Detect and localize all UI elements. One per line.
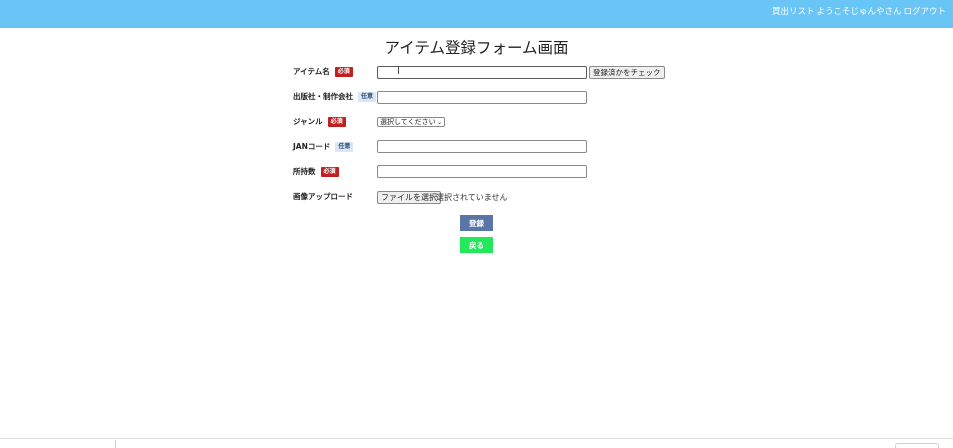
required-badge: 必須: [327, 116, 346, 127]
welcome-text: ようこそじゅんやさん: [816, 7, 902, 17]
publisher-label-row: 出版社・制作会社 任意: [293, 91, 377, 102]
text-cursor-icon: I: [397, 66, 400, 77]
file-status-text: 選択されていません: [436, 193, 508, 202]
optional-badge: 任意: [335, 141, 354, 152]
jan-code-label: JANコード: [293, 142, 331, 151]
genre-select[interactable]: 選択してください ⌄: [377, 117, 445, 127]
logout-link[interactable]: ログアウト: [903, 5, 946, 17]
check-registered-button[interactable]: 登録済かをチェック: [589, 66, 665, 79]
quantity-label: 所持数: [293, 167, 316, 176]
page-title: アイテム登録フォーム画面: [384, 39, 569, 57]
genre-select-value: 選択してください: [380, 118, 436, 126]
optional-badge: 任意: [358, 91, 377, 102]
choose-file-button[interactable]: ファイルを選択: [377, 191, 441, 204]
quantity-input[interactable]: [377, 165, 587, 178]
purchase-list-link[interactable]: 買出リスト: [772, 5, 815, 17]
footer-divider-line: [0, 438, 953, 439]
item-name-label-row: アイテム名 必須: [293, 66, 353, 77]
genre-label-row: ジャンル 必須: [293, 116, 346, 127]
image-upload-label: 画像アップロード: [293, 192, 353, 201]
footer-separator: [115, 440, 116, 448]
chevron-down-icon: ⌄: [436, 119, 442, 126]
required-badge: 必須: [334, 66, 353, 77]
header-nav: 買出リスト ようこそじゅんやさん ログアウト: [772, 5, 946, 17]
image-upload-label-row: 画像アップロード: [293, 191, 353, 202]
genre-label: ジャンル: [293, 117, 323, 126]
publisher-input[interactable]: [377, 91, 587, 104]
publisher-label: 出版社・制作会社: [293, 92, 353, 101]
jan-code-input[interactable]: [377, 140, 587, 153]
item-name-input[interactable]: [377, 66, 587, 79]
register-button[interactable]: 登録: [460, 215, 493, 231]
item-name-label: アイテム名: [293, 67, 330, 76]
required-badge: 必須: [320, 166, 339, 177]
quantity-label-row: 所持数 必須: [293, 166, 339, 177]
jan-code-label-row: JANコード 任意: [293, 141, 354, 152]
footer-tab: [895, 443, 939, 448]
back-button[interactable]: 戻る: [460, 237, 493, 253]
header-bar: 買出リスト ようこそじゅんやさん ログアウト: [0, 0, 953, 28]
